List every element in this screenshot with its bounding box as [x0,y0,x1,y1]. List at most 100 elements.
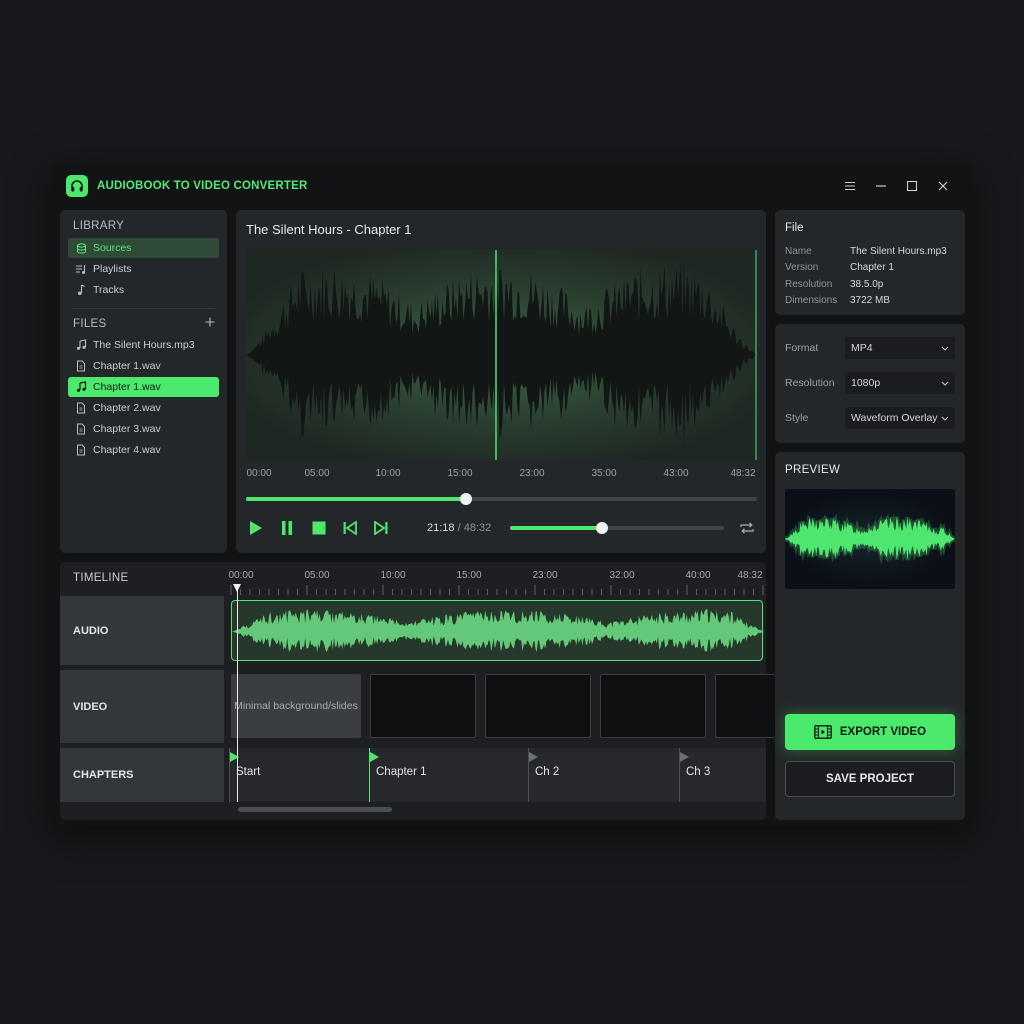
file-item[interactable]: Chapter 2.wav [68,398,219,418]
style-label: Style [785,411,809,424]
database-icon [75,242,87,254]
track-label-video[interactable]: VIDEO [60,670,224,743]
seek-handle[interactable] [459,493,472,505]
file-icon [75,423,87,435]
audio-clip[interactable] [231,600,763,661]
format-label: Format [785,341,819,354]
chevron-down-icon [941,377,949,389]
format-row: Format MP4 [785,336,955,359]
playhead[interactable] [233,584,241,802]
output-settings-panel: Format MP4 Resolution 1080p Style Wavefo… [775,324,965,443]
library-item-playlists[interactable]: Playlists [68,259,219,279]
video-clip[interactable] [485,674,591,738]
chapters-track: Start Chapter 1 Ch 2 Ch 3 [229,748,766,802]
volume-slider[interactable] [510,522,724,534]
menu-icon[interactable] [834,174,865,198]
file-info-key: Version [785,262,819,274]
file-item-label: Chapter 2.wav [93,402,161,414]
volume-handle[interactable] [596,522,609,534]
file-info-value: 3722 MB [850,295,891,307]
time-tick: 10:00 [375,468,401,479]
close-icon[interactable] [927,174,958,198]
file-item-selected[interactable]: Chapter 1.wav [68,377,219,397]
stop-icon[interactable] [309,518,329,538]
time-separator: / [457,522,461,534]
chapter-label: Chapter 1 [376,766,427,778]
resolution-label: Resolution [785,376,835,389]
skip-forward-icon[interactable] [371,518,391,538]
file-icon [75,402,87,414]
chapter-marker[interactable]: Ch 2 [528,748,559,802]
library-item-label: Playlists [93,263,132,275]
music-note-icon [75,284,87,296]
total-time: 48:32 [463,522,492,534]
file-item[interactable]: Chapter 4.wav [68,440,219,460]
library-item-sources[interactable]: Sources [68,238,219,258]
video-clip[interactable] [600,674,706,738]
library-item-tracks[interactable]: Tracks [68,280,219,300]
chapter-marker[interactable]: Start [229,748,260,802]
ruler-tick: 05:00 [304,570,330,581]
video-clip[interactable] [370,674,476,738]
file-item-label: The Silent Hours.mp3 [93,339,195,351]
resolution-row: Resolution 1080p [785,371,955,394]
ruler-tick: 48:32 [737,570,763,581]
export-video-label: EXPORT VIDEO [839,726,927,738]
style-row: Style Waveform Overlay [785,406,955,429]
track-label-audio[interactable]: AUDIO [60,596,224,665]
resolution-select[interactable]: 1080p [845,371,955,394]
pause-icon[interactable] [277,518,297,538]
film-icon [814,725,832,739]
video-clip-label: Minimal background/slides [234,699,358,712]
file-info-row: Version Chapter 1 [785,260,955,277]
timeline-ruler[interactable]: 00:00 05:00 10:00 15:00 23:00 32:00 40:0… [228,562,766,596]
time-tick: 43:00 [663,468,689,479]
save-project-button[interactable]: SAVE PROJECT [785,761,955,797]
file-info-value: Chapter 1 [850,262,894,274]
chapter-marker[interactable]: Chapter 1 [369,748,427,802]
library-item-label: Sources [93,242,132,254]
play-icon[interactable] [246,518,266,538]
file-item[interactable]: Chapter 3.wav [68,419,219,439]
ruler-tick: 32:00 [609,570,635,581]
ruler-tick: 15:00 [456,570,482,581]
file-info-row: Resolution 38.5.0p [785,276,955,293]
file-item[interactable]: The Silent Hours.mp3 [68,335,219,355]
minimize-icon[interactable] [865,174,896,198]
video-clip[interactable]: Minimal background/slides [231,674,361,738]
library-title: LIBRARY [73,220,125,232]
format-select[interactable]: MP4 [845,336,955,359]
timeline-panel: TIMELINE 00:00 05:00 10:00 15:00 23:00 3… [60,562,775,820]
library-item-label: Tracks [93,284,125,296]
file-item[interactable]: Chapter 1.wav [68,356,219,376]
waveform-graphic [785,513,955,565]
preview-panel: PREVIEW EXPORT VIDEO SAVE PROJECT [775,452,965,820]
playlist-icon [75,263,87,275]
track-label-chapters[interactable]: CHAPTERS [60,748,224,802]
timeline-scrollbar[interactable] [238,807,392,812]
file-item-label: Chapter 1.wav [93,381,161,393]
playhead-handle[interactable] [233,584,241,592]
add-file-icon[interactable] [205,317,215,330]
file-info-key: Resolution [785,278,833,290]
library-panel: LIBRARY Sources Playlists Tracks FILES T… [60,210,227,553]
file-info-key: Dimensions [785,295,838,307]
preview-title: PREVIEW [785,464,841,476]
files-title: FILES [73,317,107,330]
chapter-marker[interactable]: Ch 3 [679,748,710,802]
file-info-title: File [785,222,804,234]
seek-bar[interactable] [246,493,757,505]
repeat-icon[interactable] [737,518,757,538]
waveform-graphic [246,250,757,460]
skip-back-icon[interactable] [340,518,360,538]
chevron-down-icon [941,342,949,354]
app-window: AUDIOBOOK TO VIDEO CONVERTER LIBRARY Sou… [52,164,972,826]
maximize-icon[interactable] [896,174,927,198]
video-clip[interactable] [715,674,775,738]
style-select[interactable]: Waveform Overlay [845,406,955,429]
file-item-label: Chapter 3.wav [93,423,161,435]
waveform-display[interactable] [246,250,757,460]
export-video-button[interactable]: EXPORT VIDEO [785,714,955,750]
ruler-ticks [230,585,764,595]
time-tick: 15:00 [447,468,473,479]
